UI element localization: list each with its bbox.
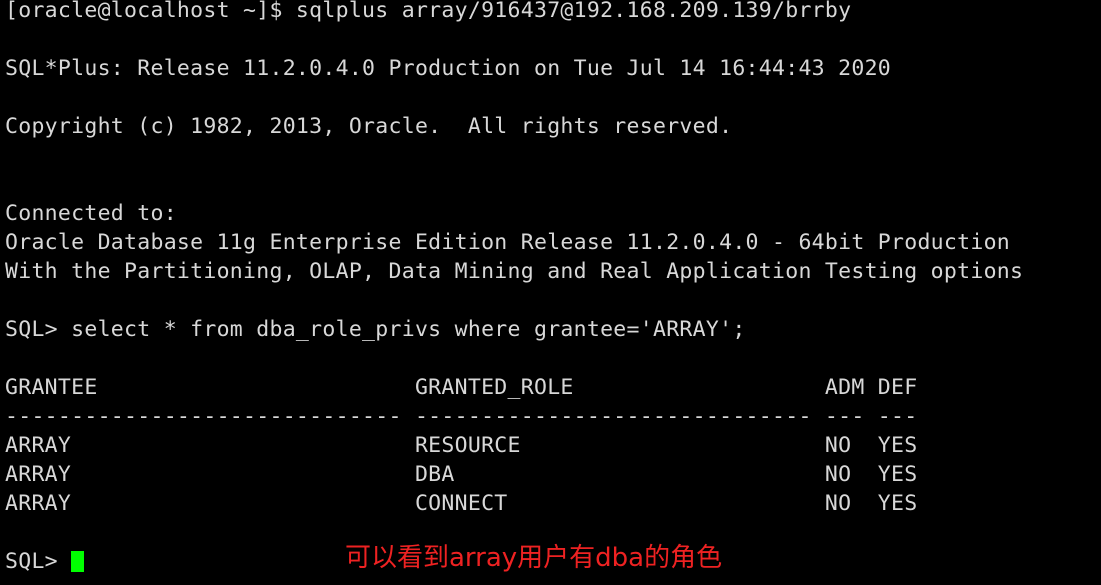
db-version-text: Oracle Database 11g Enterprise Edition R… xyxy=(5,230,1011,255)
final-prompt-text: SQL> xyxy=(5,549,72,574)
text-cursor xyxy=(71,551,85,572)
copyright-text: Copyright (c) 1982, 2013, Oracle. All ri… xyxy=(5,114,733,139)
terminal-line-sqlplus-release: SQL*Plus: Release 11.2.0.4.0 Production … xyxy=(5,54,1101,83)
annotation-overlay-text: 可以看到array用户有dba的角色 xyxy=(345,543,723,573)
sqlplus-release-text: SQL*Plus: Release 11.2.0.4.0 Production … xyxy=(5,56,892,81)
terminal-line-copyright: Copyright (c) 1982, 2013, Oracle. All ri… xyxy=(5,112,1101,141)
table-row-text: ARRAY RESOURCE NO YES xyxy=(5,433,918,458)
terminal-line-sql-query: SQL> select * from dba_role_privs where … xyxy=(5,315,1101,344)
terminal-line-shell-command: [oracle@localhost ~]$ sqlplus array/9164… xyxy=(5,0,1101,25)
result-table-header-row: GRANTEE GRANTED_ROLE ADM DEF xyxy=(5,373,1101,402)
terminal-line-db-version: Oracle Database 11g Enterprise Edition R… xyxy=(5,228,1101,257)
result-table-separator-text: ------------------------------ ---------… xyxy=(5,404,918,429)
table-row: ARRAY DBA NO YES xyxy=(5,460,1101,489)
terminal-window[interactable]: [oracle@localhost ~]$ sqlplus array/9164… xyxy=(0,0,1101,585)
table-row: ARRAY CONNECT NO YES xyxy=(5,489,1101,518)
connected-to-text: Connected to: xyxy=(5,201,177,226)
result-table-separator-row: ------------------------------ ---------… xyxy=(5,402,1101,431)
table-row: ARRAY RESOURCE NO YES xyxy=(5,431,1101,460)
terminal-line-db-options: With the Partitioning, OLAP, Data Mining… xyxy=(5,257,1101,286)
table-row-text: ARRAY DBA NO YES xyxy=(5,462,918,487)
sql-query-text: SQL> select * from dba_role_privs where … xyxy=(5,317,746,342)
table-row-text: ARRAY CONNECT NO YES xyxy=(5,491,918,516)
result-table-header-text: GRANTEE GRANTED_ROLE ADM DEF xyxy=(5,375,918,400)
shell-prompt-command-text: [oracle@localhost ~]$ sqlplus array/9164… xyxy=(5,0,852,23)
db-options-text: With the Partitioning, OLAP, Data Mining… xyxy=(5,259,1024,284)
terminal-line-connected-to: Connected to: xyxy=(5,199,1101,228)
terminal-screen-buffer: [oracle@localhost ~]$ sqlplus array/9164… xyxy=(5,0,1101,576)
